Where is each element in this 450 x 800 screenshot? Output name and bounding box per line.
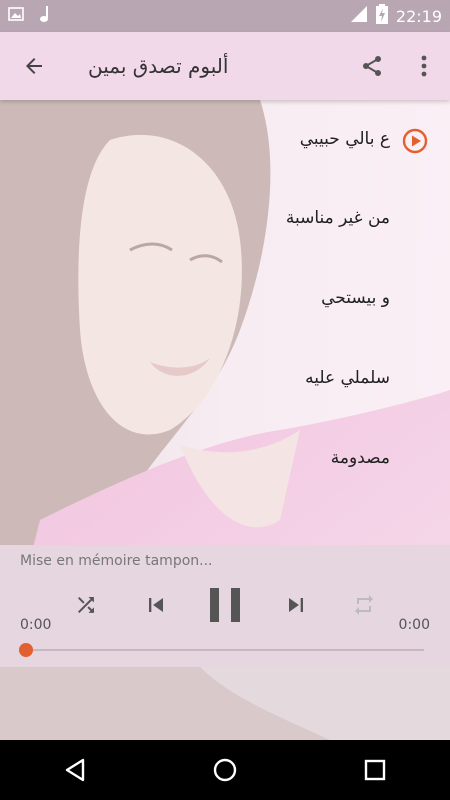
- track-item[interactable]: من غير مناسبة: [286, 208, 390, 228]
- nav-recents-button[interactable]: [345, 740, 405, 800]
- previous-button[interactable]: [136, 585, 176, 625]
- buffering-status: Mise en mémoire tampon...: [20, 553, 213, 569]
- image-icon: [8, 6, 24, 26]
- pause-button[interactable]: [200, 585, 250, 625]
- track-item[interactable]: ع بالي حبيبي: [300, 129, 390, 149]
- home-circle-icon: [213, 758, 237, 782]
- arrow-left-icon: [26, 58, 42, 74]
- nav-back-button[interactable]: [45, 740, 105, 800]
- photo-strip: [0, 667, 450, 740]
- background-photo-lower: [0, 667, 450, 740]
- track-item[interactable]: و بيستحي: [321, 288, 390, 308]
- status-time: 22:19: [395, 6, 442, 26]
- current-time: 0:00: [20, 617, 52, 633]
- share-icon: [363, 56, 381, 76]
- music-note-icon: [38, 5, 52, 27]
- track-list-area: ع بالي حبيبي من غير مناسبة و بيستحي سلمل…: [0, 100, 450, 545]
- duration: 0:00: [398, 617, 430, 633]
- app-bar: ألبوم تصدق بمين: [0, 32, 450, 100]
- recents-square-icon: [364, 759, 386, 781]
- seek-bar[interactable]: [19, 643, 424, 657]
- next-button[interactable]: [276, 585, 316, 625]
- pause-icon: [210, 588, 240, 622]
- wifi-icon: [350, 5, 368, 27]
- skip-previous-icon: [149, 598, 163, 612]
- overflow-menu-button[interactable]: [398, 32, 450, 100]
- track-item[interactable]: سلملي عليه: [305, 368, 390, 388]
- track-list: ع بالي حبيبي من غير مناسبة و بيستحي سلمل…: [0, 100, 450, 545]
- share-button[interactable]: [346, 32, 398, 100]
- player-controls: [0, 585, 450, 625]
- back-button[interactable]: [0, 32, 68, 100]
- play-circle-icon[interactable]: [402, 128, 428, 154]
- status-bar: 22:19: [0, 0, 450, 32]
- seek-thumb[interactable]: [19, 643, 33, 657]
- battery-charging-icon: [375, 4, 388, 28]
- repeat-icon: [355, 595, 373, 615]
- repeat-button[interactable]: [346, 585, 382, 625]
- page-title: ألبوم تصدق بمين: [88, 54, 229, 78]
- more-vert-icon: [421, 55, 427, 77]
- shuffle-icon: [78, 597, 94, 613]
- skip-next-icon: [289, 598, 303, 612]
- system-nav-bar: [0, 740, 450, 800]
- shuffle-button[interactable]: [68, 585, 104, 625]
- nav-home-button[interactable]: [195, 740, 255, 800]
- back-triangle-icon: [65, 758, 85, 782]
- track-item[interactable]: مصدومة: [331, 448, 390, 468]
- player-panel: Mise en mémoire tampon... 0:00 0:00: [0, 545, 450, 667]
